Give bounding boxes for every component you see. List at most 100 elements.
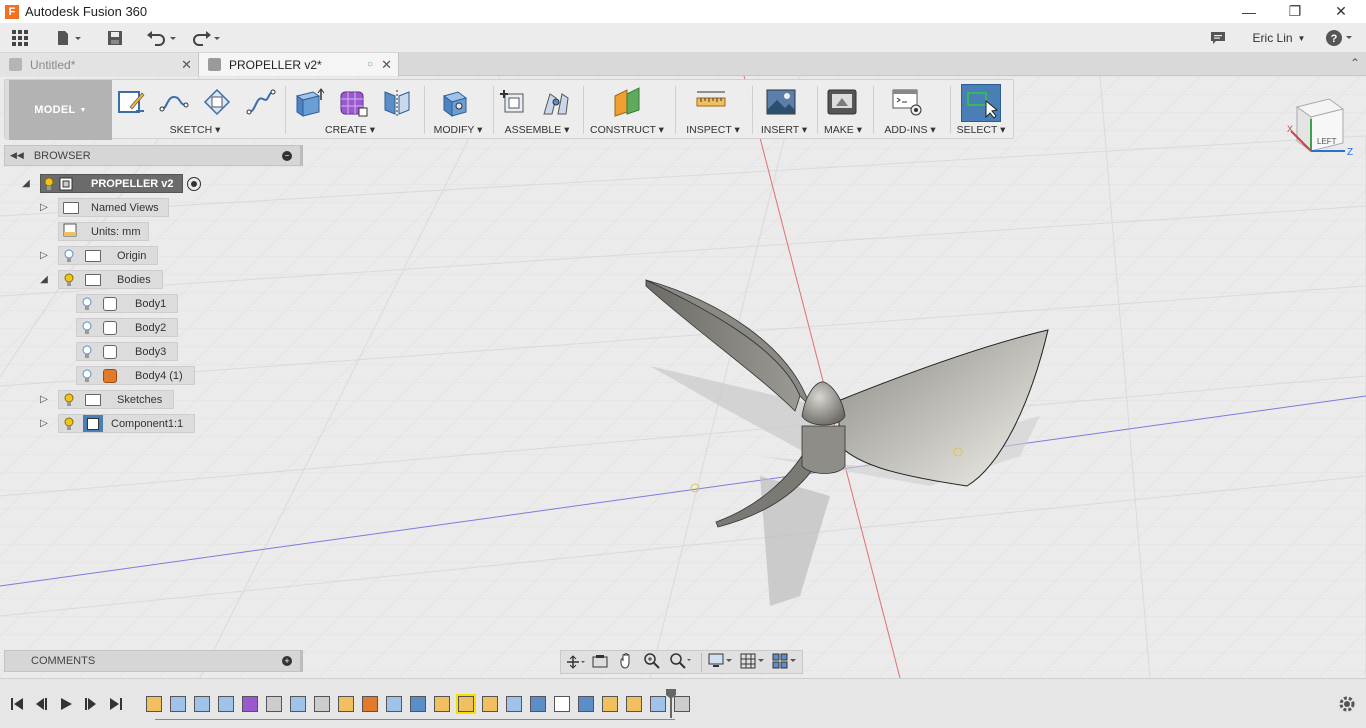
timeline-feature-icon[interactable] — [218, 696, 234, 712]
new-component-icon[interactable] — [497, 86, 529, 118]
construct-group-label[interactable]: CONSTRUCT ▾ — [590, 124, 664, 136]
timeline-feature-icon[interactable] — [338, 696, 354, 712]
collapse-toggle-icon[interactable]: ◢ — [38, 273, 50, 285]
visibility-bulb-icon[interactable] — [79, 366, 95, 385]
step-back-icon[interactable] — [32, 695, 50, 713]
look-at-icon[interactable] — [591, 653, 609, 672]
play-icon[interactable] — [57, 695, 75, 713]
timeline-feature-icon[interactable] — [146, 696, 162, 712]
scripts-addins-icon[interactable] — [891, 86, 923, 118]
inspect-group-label[interactable]: INSPECT ▾ — [686, 124, 740, 136]
timeline-feature-icon[interactable] — [410, 696, 426, 712]
go-to-start-icon[interactable] — [8, 695, 26, 713]
visibility-bulb-icon[interactable] — [79, 294, 95, 313]
tree-item-component1[interactable]: ▷ Component1:1 — [38, 414, 196, 433]
help-icon[interactable]: ? — [1322, 27, 1358, 49]
modify-group-label[interactable]: MODIFY ▾ — [434, 124, 483, 136]
timeline-feature-icon[interactable] — [554, 696, 570, 712]
close-tab-icon[interactable]: ✕ — [181, 57, 192, 73]
tree-root-row[interactable]: ◢ PROPELLER v2 — [20, 174, 201, 193]
addins-group-label[interactable]: ADD-INS ▾ — [884, 124, 935, 136]
tree-item-units[interactable]: Units: mm — [58, 222, 149, 241]
mirror-icon[interactable] — [381, 86, 413, 118]
timeline-feature-icon[interactable] — [434, 696, 450, 712]
assemble-group-label[interactable]: ASSEMBLE ▾ — [505, 124, 570, 136]
timeline-feature-icon[interactable] — [674, 696, 690, 712]
timeline-feature-icon[interactable] — [578, 696, 594, 712]
browser-panel-header[interactable]: ◀◀ BROWSER − — [4, 145, 303, 166]
visibility-bulb-icon[interactable] — [79, 318, 95, 337]
expand-toggle-icon[interactable]: ▷ — [38, 201, 50, 213]
timeline-feature-icon[interactable] — [194, 696, 210, 712]
sketch-group-label[interactable]: SKETCH ▾ — [170, 124, 221, 136]
pan-icon[interactable] — [617, 652, 635, 673]
close-window-button[interactable]: ✕ — [1318, 0, 1364, 23]
arc-icon[interactable] — [158, 86, 190, 118]
grid-snaps-icon[interactable] — [740, 653, 766, 672]
zoom-icon[interactable] — [643, 652, 661, 673]
press-pull-icon[interactable] — [438, 86, 470, 118]
spline-icon[interactable] — [245, 86, 277, 118]
select-group-label[interactable]: SELECT ▾ — [957, 124, 1006, 136]
expand-toggle-icon[interactable]: ▷ — [38, 417, 50, 429]
tree-item-sketches[interactable]: ▷ Sketches — [38, 390, 175, 409]
3d-print-icon[interactable] — [826, 86, 858, 118]
tree-item-body1[interactable]: Body1 — [76, 294, 179, 313]
insert-image-icon[interactable] — [765, 86, 797, 118]
activate-component-icon[interactable] — [186, 176, 201, 191]
timeline-feature-icon[interactable] — [386, 696, 402, 712]
timeline-feature-icon[interactable] — [602, 696, 618, 712]
timeline-feature-icon[interactable] — [626, 696, 642, 712]
expand-toggle-icon[interactable]: ▷ — [38, 393, 50, 405]
timeline-marker-icon[interactable] — [666, 689, 676, 719]
fit-icon[interactable] — [669, 652, 693, 673]
viewports-icon[interactable] — [772, 653, 798, 672]
visibility-bulb-icon[interactable] — [61, 390, 77, 409]
visibility-bulb-icon[interactable] — [41, 174, 57, 193]
tree-item-bodies[interactable]: ◢ Bodies — [38, 270, 163, 289]
close-tab-icon[interactable]: ✕ — [381, 57, 392, 73]
viewcube[interactable]: LEFT Z X — [1285, 95, 1355, 165]
timeline-feature-icon[interactable] — [650, 696, 666, 712]
restore-button[interactable]: ❐ — [1272, 0, 1318, 23]
redo-icon[interactable] — [188, 27, 224, 49]
visibility-bulb-icon[interactable] — [61, 414, 77, 433]
display-settings-icon[interactable] — [701, 652, 734, 672]
tree-item-body2[interactable]: Body2 — [76, 318, 179, 337]
undo-icon[interactable] — [144, 27, 180, 49]
pin-icon[interactable]: − — [282, 150, 292, 161]
timeline-feature-icon[interactable] — [456, 694, 476, 714]
timeline-feature-icon[interactable] — [266, 696, 282, 712]
insert-group-label[interactable]: INSERT ▾ — [761, 124, 807, 136]
create-group-label[interactable]: CREATE ▾ — [325, 124, 375, 136]
tree-item-named-views[interactable]: ▷ Named Views — [38, 198, 169, 217]
file-menu-icon[interactable] — [52, 27, 86, 49]
rectangle-icon[interactable] — [201, 86, 233, 118]
create-form-icon[interactable] — [337, 86, 369, 118]
extrude-icon[interactable] — [293, 86, 325, 118]
step-forward-icon[interactable] — [82, 695, 100, 713]
data-panel-grid-icon[interactable] — [8, 27, 32, 49]
timeline-feature-icon[interactable] — [290, 696, 306, 712]
tree-item-origin[interactable]: ▷ Origin — [38, 246, 159, 265]
add-comment-icon[interactable]: + — [282, 656, 292, 666]
expand-toggle-icon[interactable]: ◢ — [20, 177, 32, 189]
measure-icon[interactable] — [695, 86, 727, 118]
timeline-feature-icon[interactable] — [506, 696, 522, 712]
user-account-menu[interactable]: Eric Lin ▼ — [1250, 27, 1308, 49]
collapse-tabs-icon[interactable]: ⌃ — [1350, 56, 1360, 70]
timeline-feature-icon[interactable] — [530, 696, 546, 712]
collapse-browser-icon[interactable]: ◀◀ — [10, 150, 24, 161]
timeline-feature-icon[interactable] — [482, 696, 498, 712]
select-icon[interactable] — [961, 84, 1001, 122]
minimize-button[interactable]: — — [1226, 0, 1272, 23]
timeline-feature-icon[interactable] — [362, 696, 378, 712]
visibility-bulb-icon[interactable] — [79, 342, 95, 361]
visibility-bulb-icon[interactable] — [61, 246, 77, 265]
workspace-switcher[interactable]: MODEL ▼ — [9, 80, 112, 140]
visibility-bulb-icon[interactable] — [61, 270, 77, 289]
job-status-icon[interactable] — [1206, 27, 1230, 49]
tab-propeller[interactable]: PROPELLER v2* ○ ✕ — [199, 53, 399, 76]
orbit-icon[interactable] — [565, 654, 587, 670]
timeline-feature-icon[interactable] — [314, 696, 330, 712]
